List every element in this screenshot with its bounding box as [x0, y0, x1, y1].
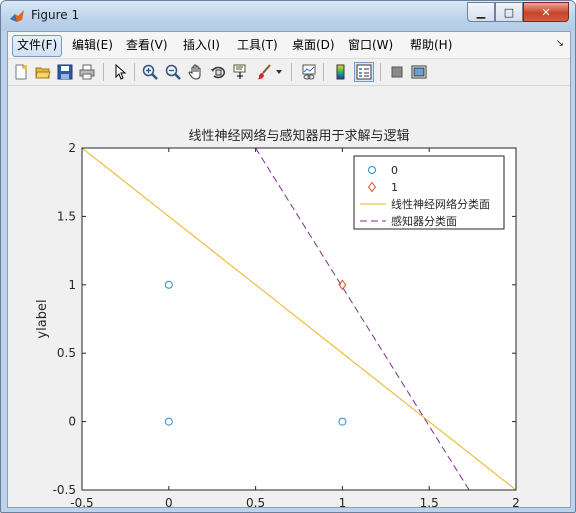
save-icon[interactable]: [56, 63, 74, 81]
menu-window[interactable]: 窗口(W): [344, 35, 397, 55]
figure-canvas: -0.5 0 0.5 1 1.5 2 -0.5 0 0.5 1 1.5 2 线性神经网络与感知器用于求…: [8, 86, 570, 510]
chart-title: 线性神经网络与感知器用于求解与逻辑: [188, 128, 409, 144]
toolbar-separator: [291, 63, 292, 81]
legend-label: 0: [391, 164, 398, 177]
maximize-button[interactable]: □: [495, 2, 523, 22]
x-tick-label: 1.5: [420, 496, 439, 507]
rotate-3d-icon[interactable]: [209, 63, 227, 81]
window-title: Figure 1: [31, 8, 80, 22]
pan-hand-icon[interactable]: [187, 63, 205, 81]
menu-help[interactable]: 帮助(H): [406, 35, 456, 55]
y-tick-label: 1: [68, 278, 76, 292]
zoom-in-icon[interactable]: [141, 63, 159, 81]
select-arrow-icon[interactable]: [111, 63, 129, 81]
brush-icon[interactable]: [255, 63, 273, 81]
x-tick-label: 1: [339, 496, 347, 507]
y-tick-label: 0.5: [57, 346, 76, 360]
close-icon: ✕: [541, 5, 551, 19]
zoom-out-icon[interactable]: [164, 63, 182, 81]
legend-label: 线性神经网络分类面: [391, 197, 490, 211]
y-axis-label: ylabel: [35, 299, 50, 338]
minimize-icon: ▁: [476, 5, 486, 19]
open-file-icon[interactable]: [34, 63, 52, 81]
legend-label: 感知器分类面: [391, 214, 457, 228]
close-button[interactable]: ✕: [523, 2, 569, 22]
menu-insert[interactable]: 插入(I): [179, 35, 224, 55]
y-tick-label: -0.5: [53, 483, 76, 497]
menu-tools[interactable]: 工具(T): [233, 35, 282, 55]
title-bar[interactable]: Figure 1 ▁ □ ✕: [1, 1, 575, 31]
figure-window: Figure 1 ▁ □ ✕ 文件(F) 编辑(E) 查看(V) 插入(I) 工…: [0, 0, 576, 513]
matlab-logo-icon: [10, 10, 24, 22]
toolbar-separator: [134, 63, 135, 81]
minimize-button[interactable]: ▁: [467, 2, 495, 22]
toolbar-separator: [103, 63, 104, 81]
x-tick-label: 2: [512, 496, 520, 507]
x-tick-label: 0.5: [246, 496, 265, 507]
x-tick-label: -0.5: [70, 496, 93, 507]
plot-svg: -0.5 0 0.5 1 1.5 2 -0.5 0 0.5 1 1.5 2 线性神经网络与感知器用于求…: [35, 128, 520, 510]
menu-bar: 文件(F) 编辑(E) 查看(V) 插入(I) 工具(T) 桌面(D) 窗口(W…: [8, 32, 570, 59]
y-tick-label: 0: [68, 415, 76, 429]
x-tick-label: 0: [165, 496, 173, 507]
new-figure-icon[interactable]: [12, 63, 30, 81]
legend-label: 1: [391, 181, 398, 194]
colorbar-icon[interactable]: [332, 63, 350, 81]
toolbar-separator: [380, 63, 381, 81]
legend[interactable]: 0 1 线性神经网络分类面感知器分类面: [353, 155, 505, 230]
hide-plot-tools-icon[interactable]: [388, 63, 406, 81]
figure-toolbar: [8, 59, 570, 86]
maximize-icon: □: [503, 5, 515, 19]
menu-overflow-icon[interactable]: ↘: [556, 38, 564, 49]
dropdown-arrow-icon[interactable]: [274, 63, 284, 81]
link-plot-icon[interactable]: [300, 63, 318, 81]
y-tick-label: 2: [68, 141, 76, 155]
y-tick-label: 1.5: [57, 209, 76, 223]
show-plot-tools-icon[interactable]: [410, 63, 428, 81]
menu-desktop[interactable]: 桌面(D): [288, 35, 339, 55]
menu-file[interactable]: 文件(F): [12, 35, 63, 57]
window-client: 文件(F) 编辑(E) 查看(V) 插入(I) 工具(T) 桌面(D) 窗口(W…: [7, 31, 571, 510]
toolbar-separator: [323, 63, 324, 81]
print-icon[interactable]: [78, 63, 96, 81]
menu-edit[interactable]: 编辑(E): [68, 35, 117, 55]
data-cursor-icon[interactable]: [232, 63, 250, 81]
menu-view[interactable]: 查看(V): [122, 35, 172, 55]
legend-icon[interactable]: [354, 62, 374, 82]
